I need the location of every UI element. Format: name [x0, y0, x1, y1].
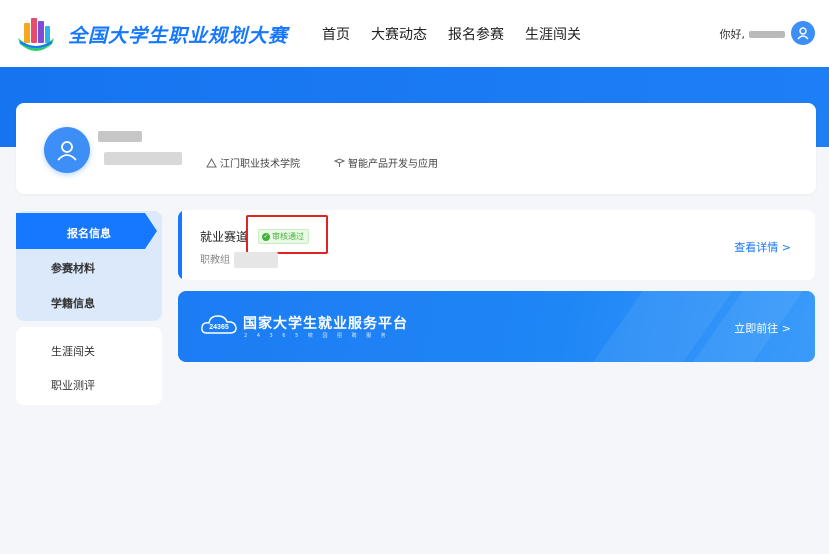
major-name: 智能产品开发与应用 — [348, 159, 438, 170]
user-icon — [797, 27, 809, 40]
user-greeting[interactable]: 你好, — [719, 26, 785, 42]
graduation-cap-icon — [334, 158, 345, 167]
track-group-label: 职教组 — [200, 255, 230, 266]
platform-name: 国家大学生就业服务平台 — [243, 316, 408, 332]
top-header: 全国大学生职业规划大赛 首页 大赛动态 报名参赛 生涯闯关 你好, — [0, 0, 829, 67]
school-name: 江门职业技术学院 — [220, 159, 300, 170]
profile-name-redacted — [98, 131, 142, 142]
status-highlight-box — [246, 215, 328, 254]
profile-card: 江门职业技术学院 智能产品开发与应用 — [16, 103, 816, 194]
sidebar-item-career-challenge[interactable]: 生涯闯关 — [0, 343, 146, 359]
profile-school: 江门职业技术学院 — [206, 155, 300, 170]
track-group-redacted — [234, 252, 278, 268]
profile-avatar — [44, 127, 90, 173]
nav-register[interactable]: 报名参赛 — [448, 24, 504, 44]
cloud-logo-text: 24365 — [209, 324, 229, 331]
view-details-link[interactable]: 查看详情 > — [734, 239, 791, 255]
sidebar-item-student-status[interactable]: 学籍信息 — [0, 295, 146, 311]
building-icon — [206, 157, 217, 168]
go-now-link[interactable]: 立即前往 > — [734, 320, 791, 336]
card-accent-bar — [178, 210, 182, 280]
employment-platform-banner[interactable]: 24365 国家大学生就业服务平台 2 4 3 6 5 校 园 招 聘 服 务 … — [178, 291, 815, 362]
contest-logo-icon[interactable] — [16, 14, 56, 54]
nav-career-challenge[interactable]: 生涯闯关 — [525, 24, 581, 44]
profile-major: 智能产品开发与应用 — [334, 155, 438, 170]
sidebar-group-tools — [16, 327, 162, 405]
platform-subtitle: 2 4 3 6 5 校 园 招 聘 服 务 — [244, 333, 390, 339]
track-group: 职教组 — [200, 251, 230, 266]
main-nav: 首页 大赛动态 报名参赛 生涯闯关 — [322, 24, 581, 44]
nav-news[interactable]: 大赛动态 — [371, 24, 427, 44]
site-title[interactable]: 全国大学生职业规划大赛 — [68, 21, 288, 48]
profile-id-redacted — [104, 152, 182, 165]
sidebar-item-career-assessment[interactable]: 职业测评 — [0, 377, 146, 393]
nav-home[interactable]: 首页 — [322, 24, 350, 44]
username-redacted — [749, 30, 785, 38]
sidebar-item-registration-info[interactable]: 报名信息 — [16, 225, 162, 241]
user-avatar[interactable] — [791, 21, 815, 45]
cloud-24365-icon: 24365 — [201, 315, 237, 334]
user-icon — [57, 141, 77, 161]
track-title: 就业赛道 — [200, 230, 249, 244]
sidebar-item-materials[interactable]: 参赛材料 — [0, 260, 146, 276]
greeting-label: 你好, — [719, 28, 746, 41]
track-card: 就业赛道 ✓ 审核通过 职教组 查看详情 > — [178, 210, 815, 280]
